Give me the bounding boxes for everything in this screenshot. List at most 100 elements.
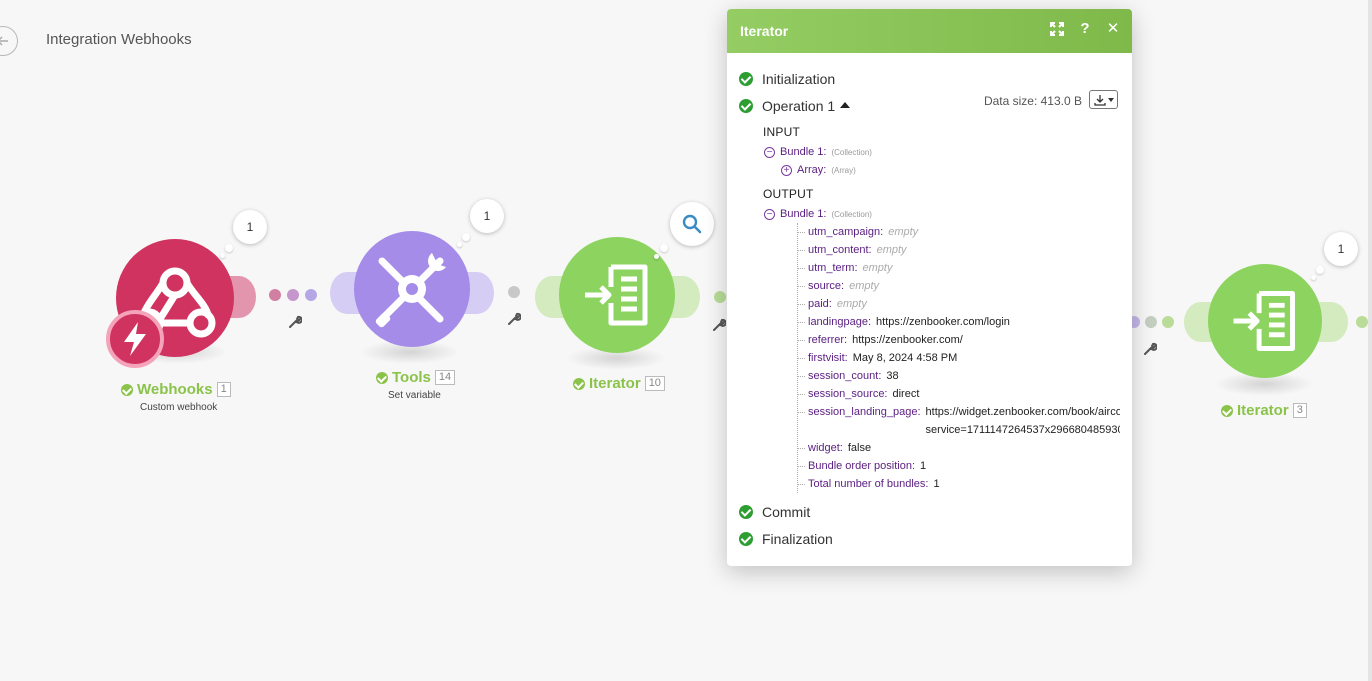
- data-size: Data size: 413.0 B: [983, 94, 1082, 108]
- help-icon[interactable]: ?: [1078, 21, 1092, 37]
- output-field[interactable]: paid: empty: [798, 295, 1120, 313]
- tools-label: Tools 14: [376, 369, 456, 386]
- field-value[interactable]: 38: [886, 367, 898, 385]
- panel-header: Iterator ? ✕: [727, 9, 1132, 53]
- output-field[interactable]: session_source: direct: [798, 385, 1120, 403]
- input-tree: − Bundle 1: (Collection) + Array: (Array…: [739, 143, 1120, 179]
- input-bundle[interactable]: − Bundle 1: (Collection): [764, 143, 1120, 161]
- operations-bubble[interactable]: 1: [233, 210, 267, 244]
- output-field[interactable]: landingpage: https://zenbooker.com/login: [798, 313, 1120, 331]
- stage-initialization[interactable]: Initialization: [739, 65, 1120, 92]
- field-value[interactable]: empty: [863, 259, 893, 277]
- bubble-tail: [654, 254, 659, 259]
- wrench-icon[interactable]: [1143, 342, 1157, 356]
- magnifier-icon: [682, 214, 702, 234]
- field-key: widget:: [808, 442, 843, 454]
- iterator-circle[interactable]: [1208, 264, 1322, 378]
- success-check-icon: [739, 98, 753, 113]
- panel-body: Initialization Operation 1 Data size: 41…: [727, 53, 1132, 552]
- panel-header-actions: ? ✕: [1050, 21, 1120, 37]
- wrench-icon[interactable]: [712, 318, 726, 332]
- wrench-icon[interactable]: [288, 315, 302, 329]
- field-value[interactable]: 1: [933, 475, 939, 493]
- output-field[interactable]: session_landing_page: https://widget.zenb…: [798, 403, 1120, 439]
- connection-dot: [305, 289, 317, 301]
- field-value[interactable]: https://zenbooker.com/login: [876, 313, 1010, 331]
- field-value[interactable]: May 8, 2024 4:58 PM: [853, 349, 958, 367]
- expand-icon[interactable]: [1050, 21, 1064, 37]
- field-value[interactable]: false: [848, 439, 871, 457]
- collapse-caret-icon[interactable]: [840, 101, 851, 108]
- output-field[interactable]: utm_content: empty: [798, 241, 1120, 259]
- output-field[interactable]: session_count: 38: [798, 367, 1120, 385]
- array-key: Array:: [797, 164, 827, 176]
- input-array[interactable]: + Array: (Array): [781, 161, 1120, 179]
- field-key: utm_campaign:: [808, 226, 884, 238]
- connection-dot: [1162, 316, 1174, 328]
- scenario-canvas[interactable]: Integration Webhooks 1 Webhooks 1 Custom…: [0, 0, 1372, 681]
- output-field[interactable]: widget: false: [798, 439, 1120, 457]
- collapse-icon[interactable]: −: [764, 208, 775, 220]
- operations-bubble[interactable]: 1: [470, 199, 504, 233]
- field-key: session_count:: [808, 370, 882, 382]
- output-tree: − Bundle 1: (Collection) utm_campaign:em…: [739, 205, 1120, 493]
- stage-finalization[interactable]: Finalization: [739, 525, 1120, 552]
- iterator-label: Iterator 3: [1221, 402, 1307, 419]
- output-field[interactable]: Bundle order position: 1: [798, 457, 1120, 475]
- field-key: Total number of bundles:: [808, 478, 929, 490]
- stage-label: Commit: [762, 503, 811, 520]
- bubble-tail: [225, 244, 233, 252]
- scrollbar[interactable]: [1368, 0, 1372, 681]
- operations-bubble[interactable]: 1: [1324, 232, 1358, 266]
- bubble-tail: [220, 253, 225, 258]
- panel-title: Iterator: [740, 23, 789, 39]
- wrench-icon[interactable]: [507, 312, 521, 326]
- field-value[interactable]: https://widget.zenbooker.com/book/aircon…: [926, 403, 1120, 439]
- iterator-inspector-panel: Iterator ? ✕ Initialization Operation 1 …: [727, 9, 1132, 566]
- field-value[interactable]: empty: [888, 223, 918, 241]
- field-value[interactable]: https://zenbooker.com/: [852, 331, 963, 349]
- field-value[interactable]: empty: [877, 241, 907, 259]
- success-check-icon: [739, 531, 753, 546]
- output-field[interactable]: referrer: https://zenbooker.com/: [798, 331, 1120, 349]
- instant-trigger-badge: [106, 310, 164, 368]
- collapse-icon[interactable]: −: [764, 146, 775, 158]
- stage-label: Initialization: [762, 70, 836, 87]
- module-subtitle: Custom webhook: [140, 402, 218, 413]
- bubble-tail: [457, 242, 462, 247]
- stage-commit[interactable]: Commit: [739, 498, 1120, 525]
- bundle-key: Bundle 1:: [780, 146, 827, 158]
- output-bundle[interactable]: − Bundle 1: (Collection): [764, 205, 1120, 223]
- output-field[interactable]: utm_term: empty: [798, 259, 1120, 277]
- close-icon[interactable]: ✕: [1106, 21, 1120, 37]
- connection-dot: [1145, 316, 1157, 328]
- field-value[interactable]: empty: [837, 295, 867, 313]
- output-field[interactable]: firstvisit: May 8, 2024 4:58 PM: [798, 349, 1120, 367]
- module-id: 3: [1292, 403, 1307, 418]
- output-field[interactable]: source: empty: [798, 277, 1120, 295]
- expand-plus-icon[interactable]: +: [781, 164, 792, 176]
- type-hint: (Array): [831, 165, 856, 175]
- field-value[interactable]: direct: [893, 385, 920, 403]
- lightning-icon: [124, 322, 146, 356]
- field-value[interactable]: empty: [849, 277, 879, 295]
- field-key: landingpage:: [808, 316, 872, 328]
- back-button[interactable]: [0, 26, 18, 56]
- field-value[interactable]: 1: [920, 457, 926, 475]
- tools-circle[interactable]: [354, 231, 470, 347]
- dropdown-caret-icon: [1107, 97, 1114, 102]
- output-field[interactable]: Total number of bundles: 1: [798, 475, 1120, 493]
- tools-icon: [375, 253, 446, 328]
- module-name: Iterator: [589, 375, 641, 392]
- scenario-title: Integration Webhooks: [46, 31, 192, 48]
- download-button[interactable]: [1089, 90, 1118, 109]
- success-icon: [121, 383, 133, 396]
- inspect-bubble[interactable]: [670, 202, 714, 246]
- output-field[interactable]: utm_campaign: empty: [798, 223, 1120, 241]
- webhooks-label: Webhooks 1: [121, 381, 231, 398]
- success-icon: [1221, 404, 1233, 417]
- success-check-icon: [739, 71, 753, 86]
- iterator-label: Iterator 10: [573, 375, 665, 392]
- download-icon: [1093, 94, 1106, 106]
- success-icon: [573, 377, 585, 390]
